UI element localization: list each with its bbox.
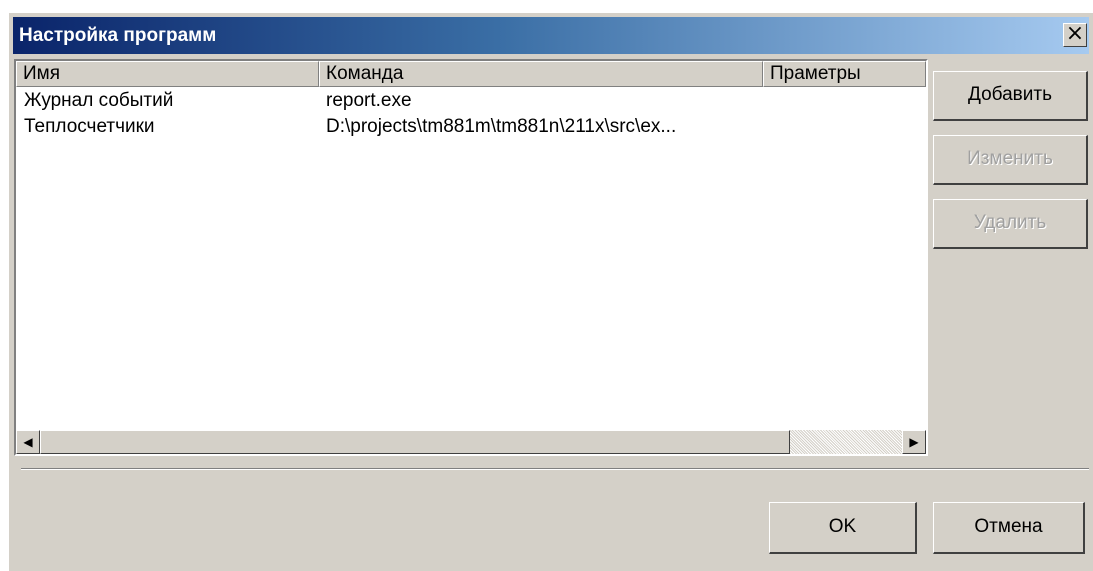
scroll-right-icon[interactable]: ▶ <box>902 430 926 454</box>
item-name: Теплосчетчики <box>24 116 155 137</box>
delete-button[interactable]: Удалить <box>933 199 1088 249</box>
add-button[interactable]: Добавить <box>933 71 1088 121</box>
item-command: D:\projects\tm881m\tm881n\211x\src\ex... <box>326 116 677 137</box>
column-header-command[interactable]: Команда <box>319 61 763 87</box>
horizontal-scrollbar[interactable]: ◀ ▶ <box>16 430 926 454</box>
separator <box>21 468 1089 470</box>
window-title: Настройка программ <box>19 25 217 46</box>
edit-button[interactable]: Изменить <box>933 135 1088 185</box>
dialog-window: Настройка программ × Имя Команда Праметр… <box>8 12 1093 571</box>
scroll-thumb[interactable] <box>40 430 790 454</box>
title-bar[interactable]: Настройка программ × <box>13 17 1089 54</box>
scroll-track[interactable] <box>790 430 902 454</box>
ok-button[interactable]: OK <box>769 502 917 554</box>
column-header-name[interactable]: Имя <box>16 61 319 87</box>
list-header: Имя Команда Праметры <box>16 61 926 87</box>
item-name: Журнал событий <box>24 90 174 111</box>
item-command: report.exe <box>326 90 412 111</box>
cancel-button[interactable]: Отмена <box>933 502 1085 554</box>
column-header-params[interactable]: Праметры <box>763 61 926 87</box>
list-item[interactable]: Теплосчетчики D:\projects\tm881m\tm881n\… <box>16 114 926 140</box>
list-item[interactable]: Журнал событий report.exe <box>16 88 926 114</box>
scroll-left-icon[interactable]: ◀ <box>16 430 40 454</box>
close-icon[interactable]: × <box>1063 23 1087 47</box>
programs-list[interactable]: Имя Команда Праметры Журнал событий repo… <box>14 59 928 456</box>
